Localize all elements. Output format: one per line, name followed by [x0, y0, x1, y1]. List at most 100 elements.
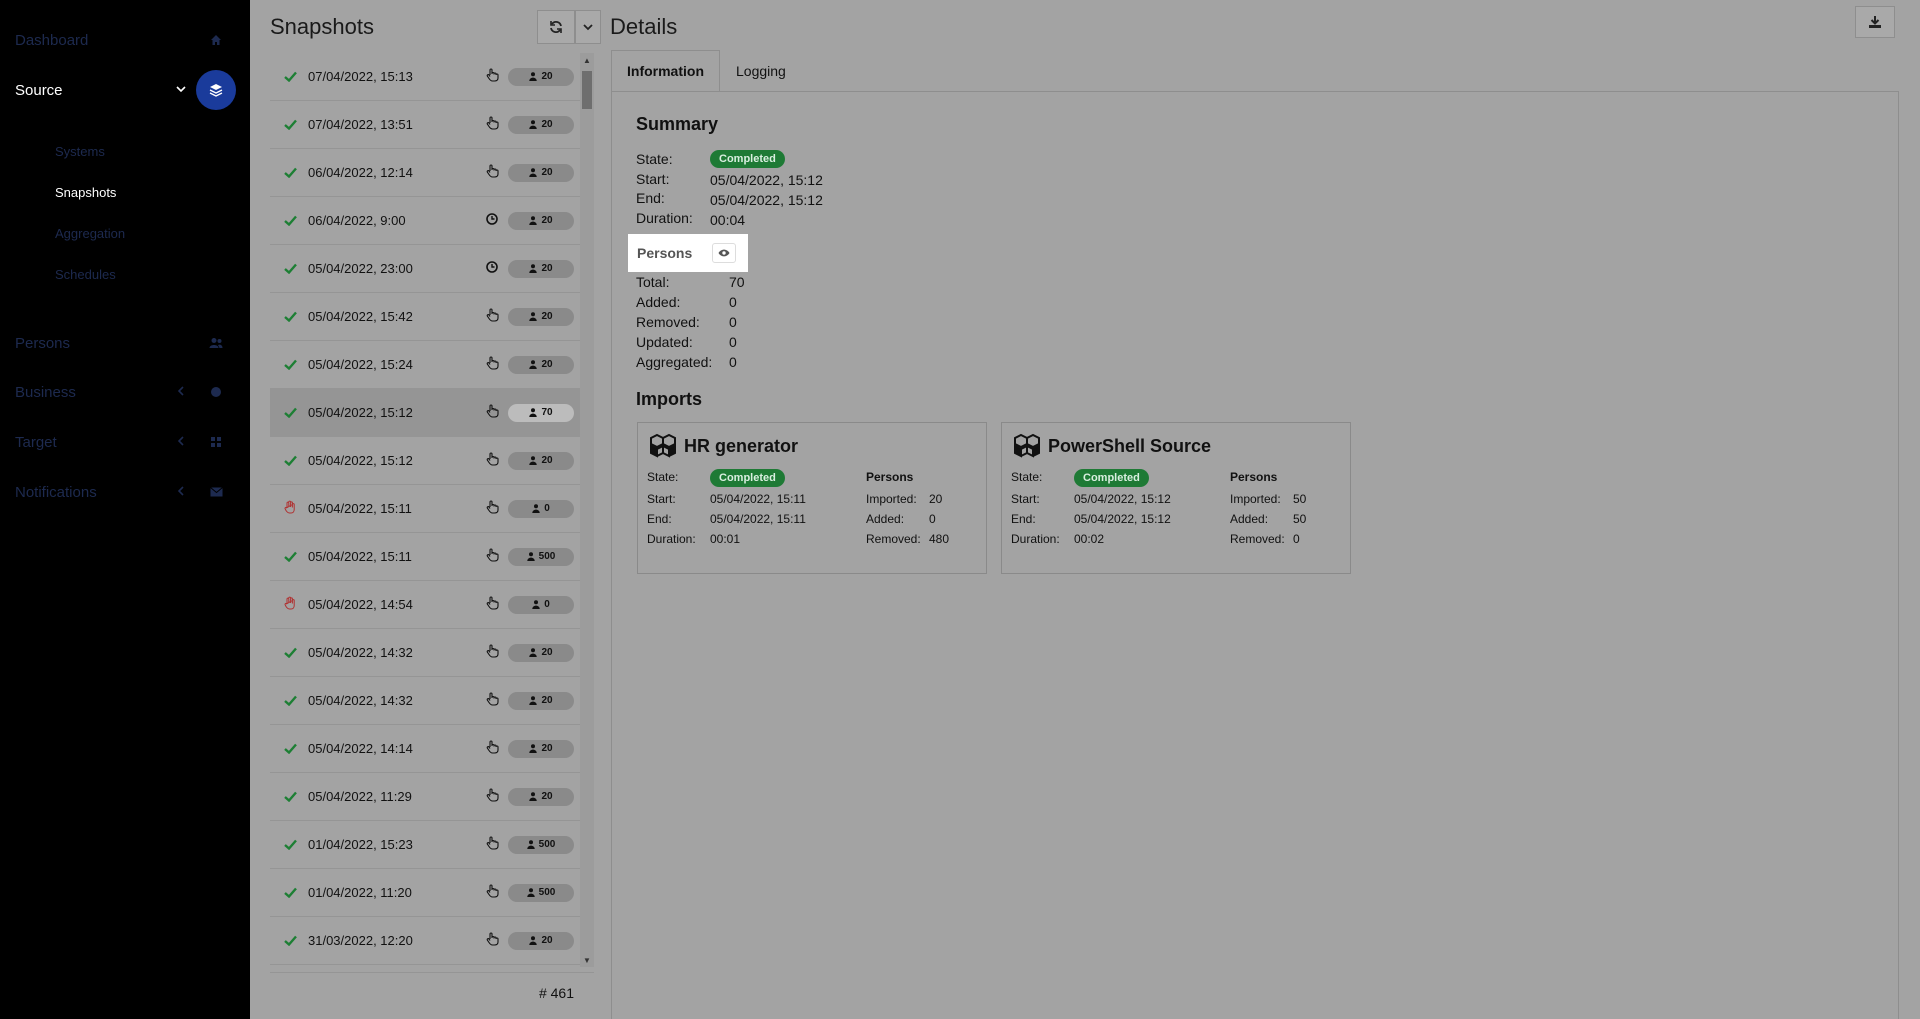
- tab-information[interactable]: Information: [611, 50, 720, 92]
- person-icon: [526, 552, 535, 561]
- person-count-badge: 20: [508, 307, 574, 326]
- subnav-item-aggregation[interactable]: Aggregation: [55, 226, 125, 241]
- snapshot-row[interactable]: 05/04/2022, 23:00 20: [270, 245, 580, 293]
- snapshot-row[interactable]: 05/04/2022, 15:24 20: [270, 341, 580, 389]
- snapshot-date: 01/04/2022, 15:23: [308, 837, 413, 852]
- trigger-icon: [484, 596, 500, 613]
- status-icon: [284, 69, 297, 85]
- persons-section-header: Persons: [628, 234, 748, 272]
- person-icon: [532, 504, 540, 513]
- snapshot-row[interactable]: 05/04/2022, 14:54 0: [270, 581, 580, 629]
- refresh-icon: [550, 21, 562, 33]
- snapshot-row[interactable]: 01/04/2022, 11:20 500: [270, 869, 580, 917]
- status-icon: [284, 453, 297, 469]
- person-count-badge: 20: [508, 739, 574, 758]
- chevron-down-icon: [176, 83, 186, 97]
- summary-heading: Summary: [636, 114, 719, 134]
- status-badge: Completed: [1074, 469, 1149, 487]
- person-count-badge: 500: [508, 547, 574, 566]
- nav-item-notifications[interactable]: Notifications: [0, 472, 250, 512]
- person-count: 20: [541, 167, 553, 178]
- envelope-icon: [208, 484, 224, 500]
- grid-icon: [208, 434, 224, 450]
- status-icon: [284, 213, 297, 229]
- scroll-up-arrow-icon[interactable]: ▲: [580, 53, 594, 67]
- nav-item-label: Persons: [15, 334, 71, 352]
- snapshot-row[interactable]: 05/04/2022, 15:42 20: [270, 293, 580, 341]
- snapshot-row[interactable]: 05/04/2022, 15:12 20: [270, 437, 580, 485]
- person-count: 20: [541, 359, 553, 370]
- check-icon: [284, 791, 297, 802]
- snapshot-row[interactable]: 05/04/2022, 15:11 500: [270, 533, 580, 581]
- nav-item-source[interactable]: Source: [0, 70, 250, 110]
- subnav-item-snapshots[interactable]: Snapshots: [55, 185, 116, 200]
- snapshot-row[interactable]: 05/04/2022, 11:29 20: [270, 773, 580, 821]
- snapshot-row[interactable]: 01/04/2022, 15:23 500: [270, 821, 580, 869]
- import-end-value: 05/04/2022, 15:12: [1074, 512, 1171, 526]
- tab-logging[interactable]: Logging: [720, 50, 802, 92]
- person-count: 500: [538, 551, 556, 562]
- subnav-item-systems[interactable]: Systems: [55, 144, 105, 159]
- snapshot-row[interactable]: 31/03/2022, 12:20 20: [270, 917, 580, 965]
- snapshot-date: 05/04/2022, 14:14: [308, 741, 413, 756]
- snapshot-row[interactable]: 07/04/2022, 15:13 20: [270, 53, 580, 101]
- hand-stop-icon: [284, 596, 295, 610]
- import-removed-value: 480: [929, 532, 950, 546]
- snapshot-date: 05/04/2022, 15:11: [308, 501, 412, 516]
- snapshots-title: Snapshots: [270, 14, 374, 39]
- nav-item-business[interactable]: Business: [0, 372, 250, 412]
- subnav-item-schedules[interactable]: Schedules: [55, 267, 116, 282]
- refresh-options-button[interactable]: [575, 10, 601, 44]
- download-button[interactable]: [1855, 6, 1895, 38]
- view-persons-button[interactable]: [712, 243, 736, 263]
- nav-item-target[interactable]: Target: [0, 422, 250, 462]
- import-card-header: HR generator: [648, 433, 798, 459]
- persons-updated-label: Updated:: [636, 334, 693, 350]
- eye-icon: [718, 249, 730, 257]
- check-icon: [284, 407, 297, 418]
- chevron-left-icon: [176, 385, 186, 399]
- trigger-icon: [484, 261, 500, 276]
- check-icon: [284, 311, 297, 322]
- snapshot-date: 05/04/2022, 15:42: [308, 309, 413, 324]
- import-state-label: State:: [1011, 470, 1043, 484]
- snapshot-date: 05/04/2022, 15:11: [308, 549, 412, 564]
- person-icon: [529, 360, 538, 369]
- check-icon: [284, 887, 297, 898]
- persons-removed-value: 0: [729, 314, 737, 330]
- snapshots-scrollbar[interactable]: ▲ ▼: [580, 53, 594, 967]
- snapshot-row[interactable]: 05/04/2022, 15:11 0: [270, 485, 580, 533]
- snapshot-row[interactable]: 05/04/2022, 15:12 70: [270, 389, 580, 437]
- snapshot-row[interactable]: 06/04/2022, 9:00 20: [270, 197, 580, 245]
- trigger-icon: [484, 548, 500, 565]
- import-card: HR generator State: Completed Start: 05/…: [637, 422, 987, 574]
- hand-pointer-icon: [486, 548, 499, 562]
- hand-pointer-icon: [486, 836, 499, 850]
- check-icon: [284, 263, 297, 274]
- layers-icon: [196, 70, 236, 110]
- snapshots-footer: # 461: [270, 972, 594, 1012]
- nav-item-label: Business: [15, 383, 76, 401]
- snapshot-row[interactable]: 05/04/2022, 14:14 20: [270, 725, 580, 773]
- import-persons-heading: Persons: [866, 470, 914, 484]
- snapshot-row[interactable]: 06/04/2022, 12:14 20: [270, 149, 580, 197]
- import-end-label: End:: [647, 512, 672, 526]
- nav-item-label: Notifications: [15, 483, 97, 501]
- scroll-down-arrow-icon[interactable]: ▼: [580, 953, 594, 967]
- persons-removed-label: Removed:: [636, 314, 700, 330]
- nav-item-dashboard[interactable]: Dashboard: [0, 20, 250, 60]
- status-icon: [284, 885, 297, 901]
- snapshot-row[interactable]: 05/04/2022, 14:32 20: [270, 629, 580, 677]
- snapshot-row[interactable]: 05/04/2022, 14:32 20: [270, 677, 580, 725]
- scroll-thumb[interactable]: [582, 71, 592, 109]
- snapshot-row[interactable]: 07/04/2022, 13:51 20: [270, 101, 580, 149]
- person-icon: [526, 840, 535, 849]
- refresh-button[interactable]: [537, 10, 575, 44]
- nav-item-persons[interactable]: Persons: [0, 323, 250, 363]
- chevron-down-icon: [583, 24, 593, 31]
- check-icon: [284, 647, 297, 658]
- import-end-value: 05/04/2022, 15:11: [710, 512, 806, 526]
- persons-total-value: 70: [729, 274, 745, 290]
- persons-aggregated-value: 0: [729, 354, 737, 370]
- import-imported-value: 20: [929, 492, 943, 506]
